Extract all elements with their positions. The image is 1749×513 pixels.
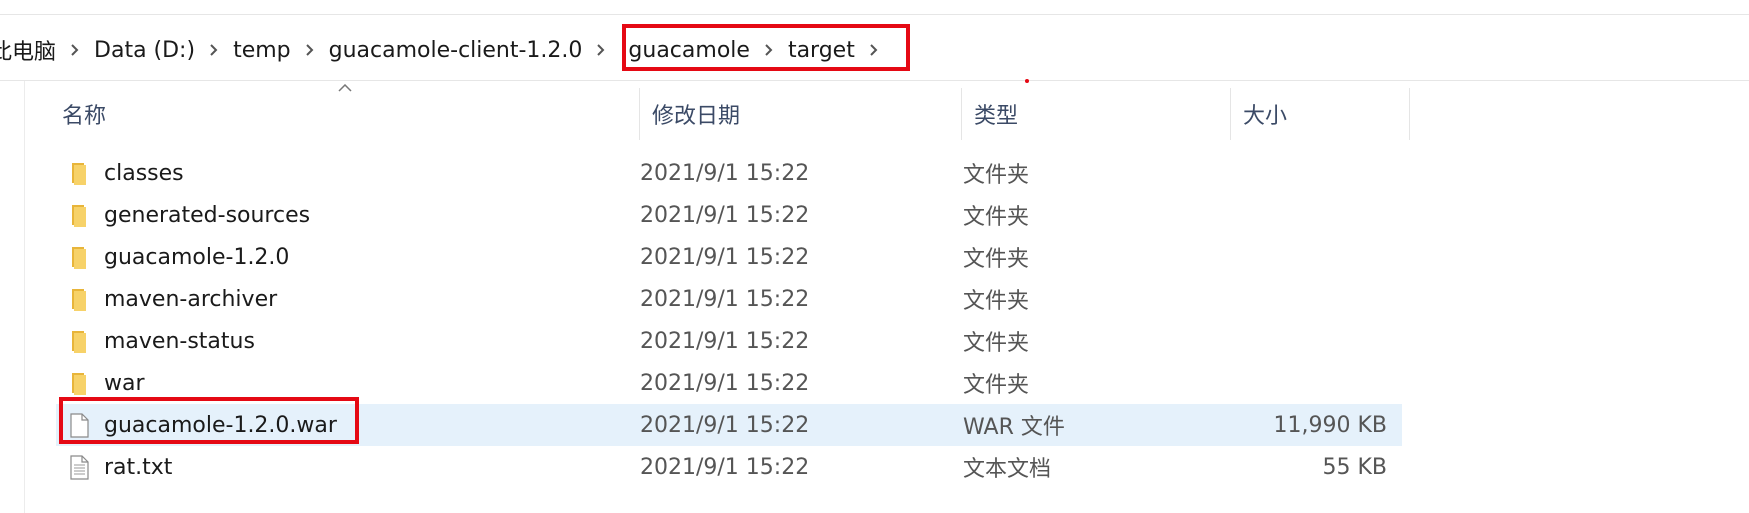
file-type: 文件夹 bbox=[963, 289, 1030, 314]
column-header-type[interactable]: 类型 bbox=[961, 88, 1230, 140]
file-type: 文本文档 bbox=[963, 457, 1052, 482]
folder-icon bbox=[66, 370, 92, 396]
folder-icon bbox=[66, 202, 92, 228]
file-type: WAR 文件 bbox=[963, 415, 1065, 440]
address-divider bbox=[0, 80, 1749, 81]
chevron-right-icon[interactable] bbox=[203, 43, 225, 57]
column-header-size[interactable]: 大小 bbox=[1230, 88, 1410, 140]
file-row-guacamole-folder[interactable]: guacamole-1.2.0 2021/9/1 15:22 文件夹 bbox=[56, 236, 1402, 278]
file-row-maven-status[interactable]: maven-status 2021/9/1 15:22 文件夹 bbox=[56, 320, 1402, 362]
column-header-name[interactable]: 名称 bbox=[26, 84, 639, 140]
file-row-generated-sources[interactable]: generated-sources 2021/9/1 15:22 文件夹 bbox=[56, 194, 1402, 236]
red-dot-mark bbox=[1025, 79, 1029, 83]
file-type: 文件夹 bbox=[963, 205, 1030, 230]
file-name: guacamole-1.2.0 bbox=[104, 244, 290, 270]
top-divider bbox=[0, 14, 1749, 15]
file-name: rat.txt bbox=[104, 454, 173, 480]
file-row-maven-archiver[interactable]: maven-archiver 2021/9/1 15:22 文件夹 bbox=[56, 278, 1402, 320]
chevron-right-icon[interactable] bbox=[590, 43, 612, 57]
column-header-name-label: 名称 bbox=[62, 104, 107, 129]
folder-icon bbox=[66, 286, 92, 312]
file-size: 11,990 KB bbox=[1273, 412, 1388, 438]
folder-icon bbox=[66, 328, 92, 354]
column-header-date[interactable]: 修改日期 bbox=[639, 88, 961, 140]
file-name: maven-archiver bbox=[104, 286, 278, 312]
folder-icon bbox=[66, 244, 92, 270]
breadcrumb-highlight-box bbox=[622, 24, 910, 71]
file-type: 文件夹 bbox=[963, 373, 1030, 398]
pane-left-border bbox=[24, 81, 25, 513]
file-type: 文件夹 bbox=[963, 247, 1030, 272]
chevron-right-icon[interactable] bbox=[299, 43, 321, 57]
breadcrumb-this-pc[interactable]: 此电脑 bbox=[0, 34, 64, 66]
file-row-classes[interactable]: classes 2021/9/1 15:22 文件夹 bbox=[56, 152, 1402, 194]
breadcrumb-temp[interactable]: temp bbox=[225, 38, 299, 63]
breadcrumb-data-drive[interactable]: Data (D:) bbox=[86, 38, 203, 63]
sort-ascending-icon bbox=[338, 84, 352, 92]
file-size: 55 KB bbox=[1322, 454, 1387, 480]
file-name: classes bbox=[104, 160, 184, 186]
file-date: 2021/9/1 15:22 bbox=[640, 202, 810, 228]
column-header-type-label: 类型 bbox=[974, 104, 1019, 129]
file-date: 2021/9/1 15:22 bbox=[640, 328, 810, 354]
column-header-row: 名称 修改日期 类型 大小 bbox=[26, 84, 1416, 140]
column-header-date-label: 修改日期 bbox=[652, 104, 741, 129]
breadcrumb-guacamole-client[interactable]: guacamole-client-1.2.0 bbox=[321, 38, 591, 63]
file-date: 2021/9/1 15:22 bbox=[640, 160, 810, 186]
chevron-right-icon[interactable] bbox=[64, 43, 86, 57]
file-name: war bbox=[104, 370, 145, 396]
file-name: generated-sources bbox=[104, 202, 311, 228]
folder-icon bbox=[66, 160, 92, 186]
file-date: 2021/9/1 15:22 bbox=[640, 412, 810, 438]
file-date: 2021/9/1 15:22 bbox=[640, 286, 810, 312]
file-highlight-box bbox=[59, 397, 359, 444]
file-type: 文件夹 bbox=[963, 163, 1030, 188]
file-name: maven-status bbox=[104, 328, 255, 354]
file-row-rat-txt[interactable]: rat.txt 2021/9/1 15:22 文本文档 55 KB bbox=[56, 446, 1402, 488]
file-date: 2021/9/1 15:22 bbox=[640, 370, 810, 396]
column-header-size-label: 大小 bbox=[1243, 104, 1288, 129]
file-date: 2021/9/1 15:22 bbox=[640, 244, 810, 270]
file-type: 文件夹 bbox=[963, 331, 1030, 356]
text-file-icon bbox=[66, 454, 92, 480]
file-date: 2021/9/1 15:22 bbox=[640, 454, 810, 480]
